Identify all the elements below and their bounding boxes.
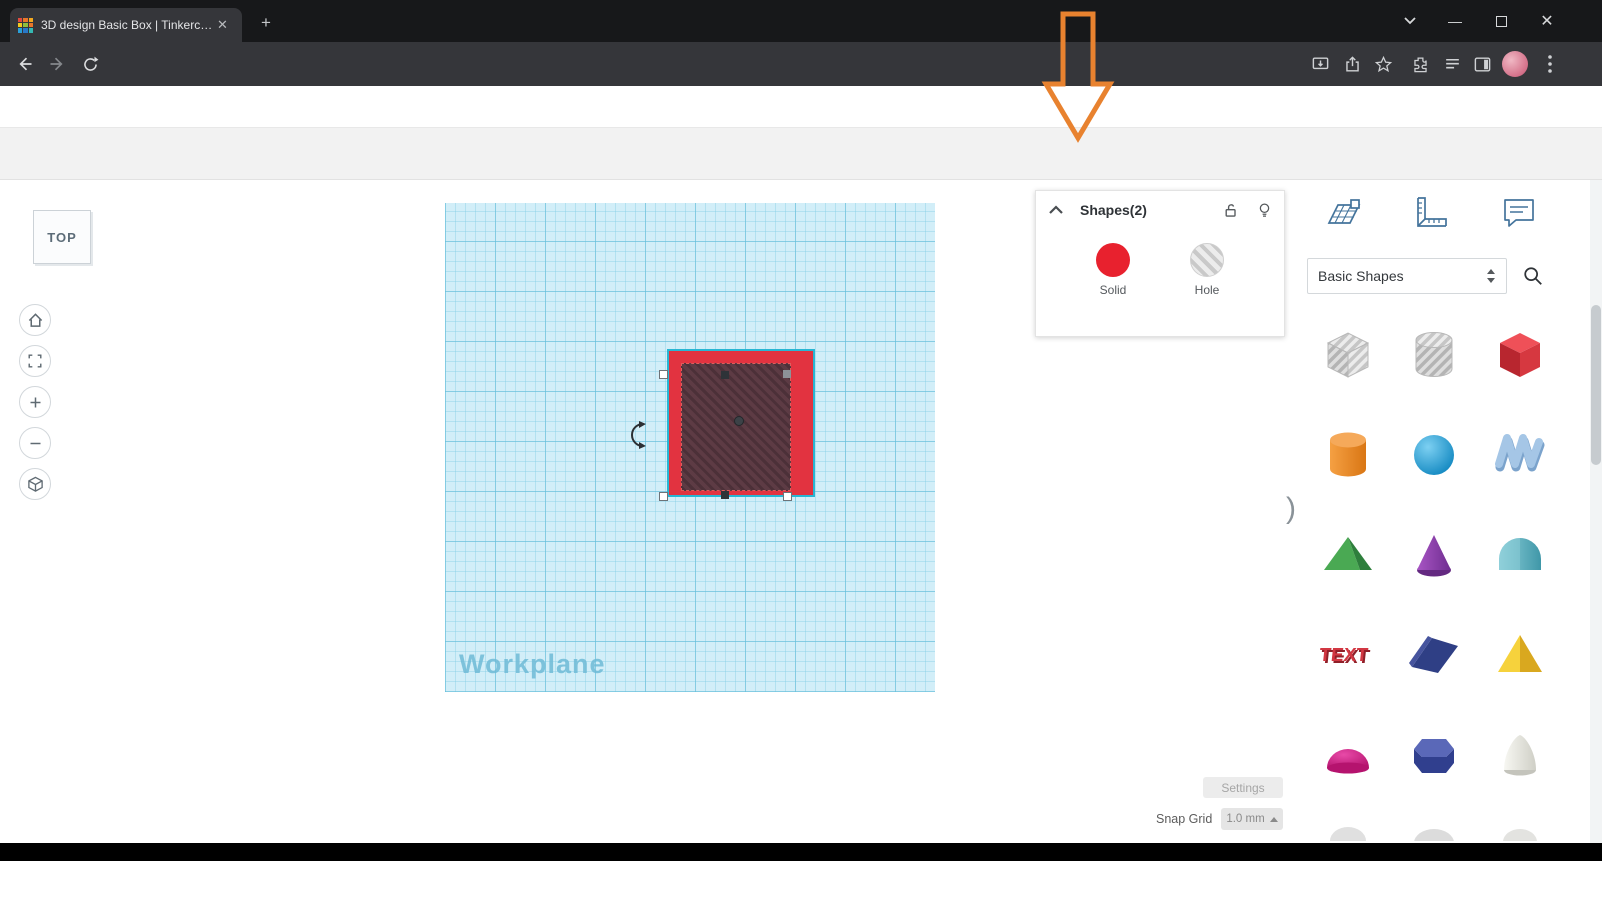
shape-gallery: TEXT TEXT [1305, 305, 1563, 905]
shape-tile-cone[interactable] [1391, 505, 1477, 605]
shape-tile-hole-box[interactable] [1305, 305, 1391, 405]
tab-title: 3D design Basic Box | Tinkercad [41, 18, 213, 32]
notes-tool-icon[interactable] [1497, 192, 1541, 234]
browser-profile-avatar[interactable] [1502, 51, 1528, 77]
perspective-toggle-button[interactable] [19, 468, 51, 500]
solid-color-swatch[interactable] [1096, 243, 1130, 277]
snap-grid-dropdown[interactable]: 1.0 mm [1221, 808, 1283, 830]
editor-toolbar: Import Export Send To [0, 128, 1602, 308]
resize-handle-top-left[interactable] [659, 370, 668, 379]
shape-center-handle[interactable] [734, 416, 744, 426]
resize-handle-bottom-right[interactable] [783, 492, 792, 501]
shape-tile-pyramid[interactable] [1477, 605, 1563, 705]
dropdown-stepper-icon [1487, 269, 1495, 283]
back-icon[interactable] [10, 50, 38, 78]
collapse-chevron-icon[interactable] [1048, 205, 1064, 215]
shape-tile-partial[interactable] [1305, 805, 1391, 841]
shapes-panel-title: Shapes(2) [1080, 202, 1147, 218]
extensions-puzzle-icon[interactable] [1406, 50, 1434, 78]
shape-tile-paraboloid[interactable] [1305, 705, 1391, 805]
view-cube[interactable]: TOP [33, 210, 91, 264]
ruler-tool-icon[interactable] [1409, 192, 1453, 234]
tinkercad-favicon [18, 17, 33, 33]
sidebar-collapse-handle[interactable]: ) [1286, 492, 1296, 526]
snap-grid-label: Snap Grid [1156, 812, 1213, 826]
home-view-button[interactable] [19, 304, 51, 336]
new-tab-button[interactable]: + [256, 13, 276, 33]
shape-tile-cylinder[interactable] [1305, 405, 1391, 505]
bottom-black-strip [0, 843, 1602, 861]
shape-category-value: Basic Shapes [1318, 268, 1404, 284]
shape-tile-roof[interactable] [1305, 505, 1391, 605]
resize-handle-top-right[interactable] [783, 370, 791, 378]
hole-swatch[interactable] [1190, 243, 1224, 277]
browser-tab[interactable]: 3D design Basic Box | Tinkercad ✕ [10, 8, 242, 42]
zoom-in-button[interactable] [19, 386, 51, 418]
shape-hole-box[interactable] [681, 363, 791, 491]
tab-search-chevron-icon[interactable] [1396, 8, 1424, 34]
fit-view-button[interactable] [19, 345, 51, 377]
solid-option[interactable]: Solid [1096, 243, 1130, 297]
browser-navbar: tinkercad.com/things/kAqjLvUJpra-basic-b… [0, 42, 1602, 121]
resize-handle-top-mid[interactable] [721, 371, 729, 379]
shape-tile-polygon[interactable] [1391, 705, 1477, 805]
bookmark-star-icon[interactable] [1369, 50, 1397, 78]
shape-tile-scribble[interactable] [1477, 405, 1563, 505]
shape-tile-wedge[interactable] [1391, 605, 1477, 705]
shape-tile-box[interactable] [1477, 305, 1563, 405]
workplane-tool-icon[interactable] [1321, 192, 1365, 234]
window-close-button[interactable]: ✕ [1532, 8, 1562, 34]
rotate-handle-icon[interactable] [628, 420, 650, 450]
hole-label: Hole [1194, 283, 1220, 297]
snap-grid-value: 1.0 mm [1226, 813, 1265, 825]
shape-tile-hole-cylinder[interactable] [1391, 305, 1477, 405]
shape-tile-text[interactable]: TEXT TEXT [1305, 605, 1391, 705]
resize-handle-bottom-mid[interactable] [721, 491, 729, 499]
sidebar-scrollbar[interactable] [1590, 180, 1602, 843]
text-tile-word: TEXT [1318, 645, 1369, 666]
shape-tile-half-sphere[interactable] [1477, 705, 1563, 805]
reload-icon[interactable] [76, 50, 104, 78]
shapes-sidebar: Basic Shapes TEXT TEXT [1305, 180, 1592, 843]
window-minimize-button[interactable]: — [1440, 8, 1470, 34]
view-cube-label: TOP [47, 229, 77, 245]
reading-list-icon[interactable] [1438, 50, 1466, 78]
hole-option[interactable]: Hole [1190, 243, 1224, 297]
resize-handle-bottom-left[interactable] [659, 492, 668, 501]
forward-icon[interactable] [44, 50, 72, 78]
side-panel-icon[interactable] [1468, 50, 1496, 78]
shape-tile-partial[interactable] [1477, 805, 1563, 841]
search-shapes-icon[interactable] [1517, 260, 1549, 292]
workplane-label: Workplane [459, 649, 606, 679]
tab-close-icon[interactable]: ✕ [217, 17, 228, 33]
shape-category-dropdown[interactable]: Basic Shapes [1307, 258, 1507, 294]
solid-label: Solid [1099, 283, 1127, 297]
scrollbar-thumb[interactable] [1591, 305, 1601, 465]
shapes-inspector-panel: Shapes(2) Solid Hole [1035, 190, 1285, 337]
shape-tile-partial[interactable] [1391, 805, 1477, 841]
browser-tab-strip: 3D design Basic Box | Tinkercad ✕ + — ✕ [0, 0, 1602, 42]
snap-grid-caret-icon [1269, 816, 1278, 822]
visibility-bulb-icon[interactable] [1257, 202, 1272, 219]
zoom-out-button[interactable] [19, 427, 51, 459]
shape-tile-round-roof[interactable] [1477, 505, 1563, 605]
app-header: T I N K E R C A D Basic Box [0, 86, 1602, 212]
share-icon[interactable] [1338, 50, 1366, 78]
shape-tile-sphere[interactable] [1391, 405, 1477, 505]
kebab-menu-icon[interactable] [1536, 50, 1564, 78]
settings-button[interactable]: Settings [1203, 777, 1283, 798]
window-maximize-button[interactable] [1486, 8, 1516, 34]
install-icon[interactable] [1306, 50, 1334, 78]
unlock-icon[interactable] [1223, 202, 1239, 219]
